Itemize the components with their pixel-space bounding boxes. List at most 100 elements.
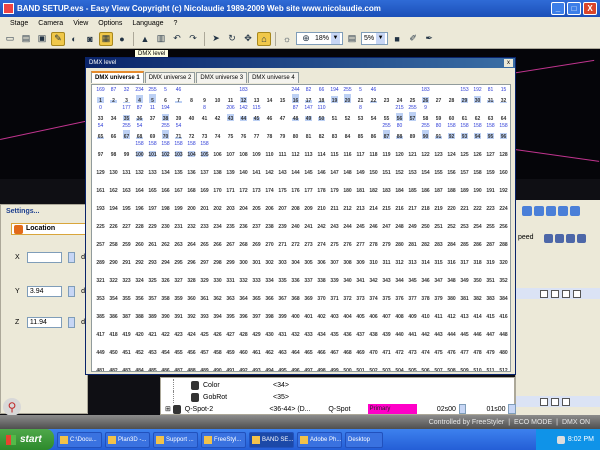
dmx-channel-cell[interactable]: 414: [471, 303, 484, 321]
dmx-channel-cell[interactable]: 390: [159, 303, 172, 321]
step-field[interactable]: 5% ▼: [361, 32, 389, 45]
dmx-channel-cell[interactable]: 178: [315, 177, 328, 195]
magnet-icon[interactable]: ⚲: [3, 398, 21, 416]
dmx-channel-cell[interactable]: 143: [276, 159, 289, 177]
dmx-channel-cell[interactable]: 194: [107, 195, 120, 213]
dmx-channel-cell[interactable]: 373: [354, 285, 367, 303]
checkbox[interactable]: [551, 398, 559, 406]
dmx-channel-cell[interactable]: 262: [159, 231, 172, 249]
dmx-channel-cell[interactable]: 302: [263, 249, 276, 267]
dmx-channel-cell[interactable]: 278: [367, 231, 380, 249]
dmx-channel-cell[interactable]: 158 104: [185, 141, 198, 159]
dmx-channel-cell[interactable]: 219: [432, 195, 445, 213]
sort-icon[interactable]: [577, 234, 586, 243]
tab-location[interactable]: Location: [11, 223, 87, 235]
dmx-channel-cell[interactable]: 185: [406, 177, 419, 195]
dmx-channel-cell[interactable]: 434: [315, 321, 328, 339]
dmx-channel-cell[interactable]: 421: [146, 321, 159, 339]
dmx-channel-cell[interactable]: 347: [432, 267, 445, 285]
dmx-channel-cell[interactable]: 255 90: [419, 123, 432, 141]
dmx-channel-cell[interactable]: 467: [328, 339, 341, 357]
dmx-channel-cell[interactable]: 113: [302, 141, 315, 159]
dmx-channel-cell[interactable]: 218: [419, 195, 432, 213]
dmx-channel-cell[interactable]: 11: [224, 87, 237, 105]
dmx-channel-cell[interactable]: 134: [159, 159, 172, 177]
dmx-channel-cell[interactable]: 468: [341, 339, 354, 357]
dmx-channel-cell[interactable]: 321: [94, 267, 107, 285]
tree-row[interactable]: ⊞ Q-Spot-2 <36-44> (D... Q-Spot Primary …: [161, 403, 517, 415]
dmx-channel-cell[interactable]: 51: [328, 105, 341, 123]
select-icon[interactable]: ➤: [209, 32, 223, 46]
task-desktop[interactable]: Desktop: [345, 431, 383, 448]
dmx-channel-cell[interactable]: 290: [107, 249, 120, 267]
zoom-field[interactable]: ⊕ 18% ▼: [296, 32, 344, 45]
dmx-channel-cell[interactable]: 14: [263, 87, 276, 105]
dmx-channel-cell[interactable]: 320: [497, 249, 510, 267]
dmx-channel-cell[interactable]: 73: [198, 123, 211, 141]
dmx-channel-cell[interactable]: 175: [276, 177, 289, 195]
dmx-channel-cell[interactable]: 13: [250, 87, 263, 105]
dmx-channel-cell[interactable]: 229: [146, 213, 159, 231]
dmx-channel-cell[interactable]: 375: [380, 285, 393, 303]
y-spinner[interactable]: [68, 285, 76, 297]
dmx-channel-cell[interactable]: 275: [328, 231, 341, 249]
dmx-channel-cell[interactable]: 511: [484, 357, 497, 371]
dmx-channel-cell[interactable]: 199: [172, 195, 185, 213]
dmx-channel-cell[interactable]: 411: [432, 303, 445, 321]
dmx-channel-cell[interactable]: 510: [471, 357, 484, 371]
task-band-setup[interactable]: BAND SE...: [249, 431, 294, 448]
dmx-channel-cell[interactable]: 343: [380, 267, 393, 285]
dmx-channel-cell[interactable]: 141: [250, 159, 263, 177]
dmx-channel-cell[interactable]: 168: [185, 177, 198, 195]
dmx-channel-cell[interactable]: 0 33: [94, 105, 107, 123]
menu-view[interactable]: View: [73, 20, 88, 27]
dmx-channel-cell[interactable]: 112: [289, 141, 302, 159]
dmx-channel-cell[interactable]: 402: [315, 303, 328, 321]
dmx-channel-cell[interactable]: 334: [263, 267, 276, 285]
dmx-channel-cell[interactable]: 298: [211, 249, 224, 267]
dmx-channel-cell[interactable]: 15 32: [497, 87, 510, 105]
dmx-channel-cell[interactable]: 406: [367, 303, 380, 321]
dmx-channel-cell[interactable]: 133: [146, 159, 159, 177]
equalizer-icon[interactable]: [566, 234, 575, 243]
dmx-channel-cell[interactable]: 99: [120, 141, 133, 159]
dmx-channel-cell[interactable]: 268: [237, 231, 250, 249]
dmx-channel-cell[interactable]: 471: [380, 339, 393, 357]
dmx-channel-cell[interactable]: 323: [120, 267, 133, 285]
dmx-channel-cell[interactable]: 8 41: [198, 105, 211, 123]
dmx-channel-cell[interactable]: 258: [107, 231, 120, 249]
dmx-channel-cell[interactable]: 163: [120, 177, 133, 195]
dmx-channel-cell[interactable]: 255 20: [341, 87, 354, 105]
volume-icon[interactable]: [556, 435, 565, 444]
dmx-channel-cell[interactable]: 317: [458, 249, 471, 267]
dmx-channel-cell[interactable]: 391: [172, 303, 185, 321]
dmx-channel-cell[interactable]: 388: [133, 303, 146, 321]
dmx-channel-cell[interactable]: 28: [445, 87, 458, 105]
dmx-channel-cell[interactable]: 236: [237, 213, 250, 231]
dmx-channel-cell[interactable]: 195: [120, 195, 133, 213]
dmx-channel-cell[interactable]: 24: [393, 87, 406, 105]
dmx-channel-cell[interactable]: 288: [497, 231, 510, 249]
dmx-channel-cell[interactable]: 493: [250, 357, 263, 371]
dmx-channel-cell[interactable]: 279: [380, 231, 393, 249]
dmx-channel-cell[interactable]: 305: [302, 249, 315, 267]
dmx-channel-cell[interactable]: 116: [341, 141, 354, 159]
add-icon[interactable]: [522, 206, 532, 216]
dmx-channel-cell[interactable]: 425: [198, 321, 211, 339]
tab-universe-1[interactable]: DMX universe 1: [91, 71, 144, 83]
dmx-channel-cell[interactable]: 233: [198, 213, 211, 231]
dmx-channel-cell[interactable]: 159: [484, 159, 497, 177]
dmx-channel-cell[interactable]: 244 16: [289, 87, 302, 105]
dmx-channel-cell[interactable]: 372: [341, 285, 354, 303]
dmx-channel-cell[interactable]: 215 56: [393, 105, 406, 123]
dmx-channel-cell[interactable]: 177 35: [120, 105, 133, 123]
dmx-channel-cell[interactable]: 165: [146, 177, 159, 195]
dmx-channel-cell[interactable]: 47: [276, 105, 289, 123]
task-support[interactable]: Support ...: [153, 431, 198, 448]
dmx-channel-cell[interactable]: 121: [406, 141, 419, 159]
dmx-channel-cell[interactable]: 416: [497, 303, 510, 321]
dmx-channel-cell[interactable]: 494: [263, 357, 276, 371]
minimize-button[interactable]: _: [551, 2, 565, 15]
dmx-channel-cell[interactable]: 325: [146, 267, 159, 285]
z-field[interactable]: 11.94: [26, 316, 63, 328]
